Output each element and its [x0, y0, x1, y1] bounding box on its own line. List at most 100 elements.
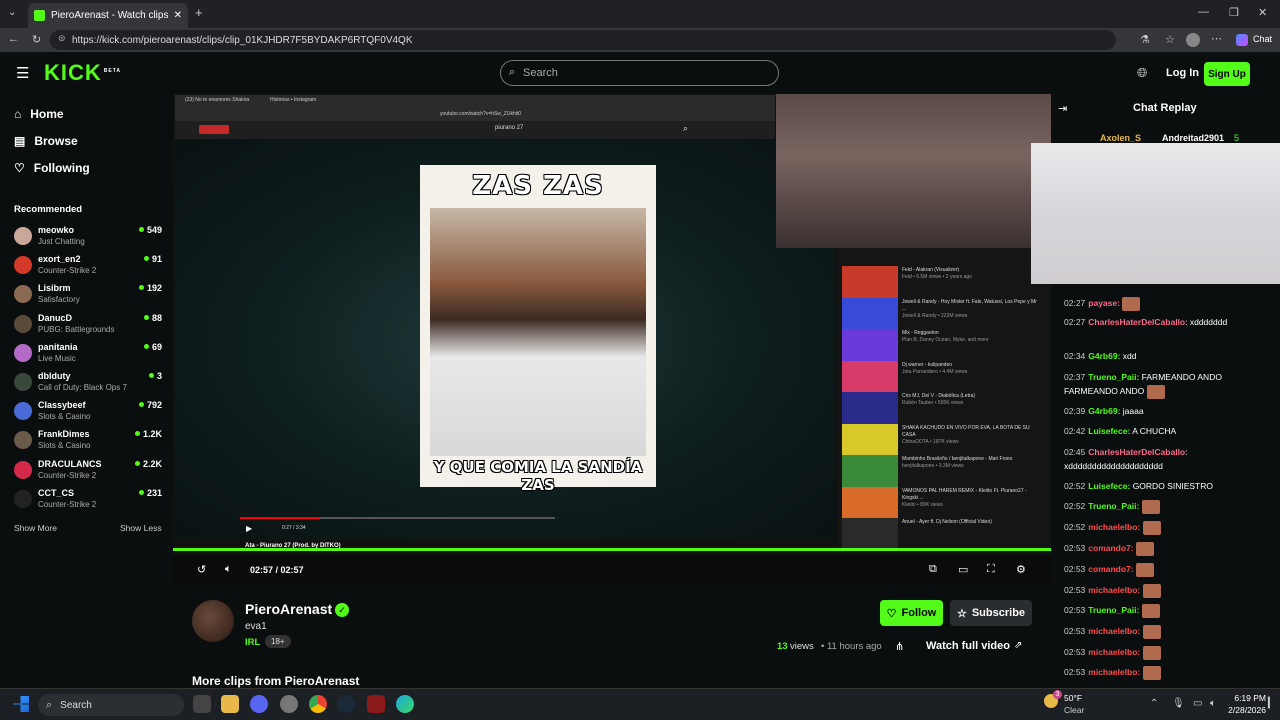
- reload-icon[interactable]: ↻: [32, 33, 41, 46]
- recommended-channel[interactable]: CCT_CS Counter-Strike 2 231: [14, 488, 164, 516]
- language-globe-icon[interactable]: 🌐︎: [1137, 65, 1147, 81]
- chat-username[interactable]: comando7:: [1088, 564, 1133, 574]
- copilot-icon[interactable]: [1236, 34, 1248, 46]
- chat-username[interactable]: CharlesHaterDelCaballo: [1088, 317, 1185, 327]
- recommended-channel[interactable]: meowko Just Chatting 549: [14, 225, 164, 253]
- chat-time: 02:53: [1064, 667, 1086, 677]
- recommended-heading: Recommended: [14, 204, 83, 215]
- channel-name: dblduty: [38, 371, 71, 381]
- app-icon[interactable]: [280, 695, 298, 713]
- yt-thumbnail: [842, 392, 898, 424]
- share-icon[interactable]: ⋔: [895, 640, 904, 653]
- signup-button[interactable]: Sign Up: [1204, 62, 1250, 86]
- chat-username[interactable]: Luisefece:: [1088, 426, 1130, 436]
- recommended-channel[interactable]: Lisibrm Satisfactory 192: [14, 283, 164, 311]
- notifications-icon[interactable]: ▎: [1268, 698, 1276, 709]
- sidebar-item-following[interactable]: ♡ Following: [14, 161, 90, 175]
- collapse-chat-icon[interactable]: ⇥: [1058, 102, 1067, 115]
- chat-username[interactable]: G4rb69:: [1088, 351, 1120, 361]
- kick-favicon-icon: [34, 10, 45, 21]
- recommended-channel[interactable]: dblduty Call of Duty: Black Ops 7 3: [14, 371, 164, 399]
- chat-username[interactable]: Trueno_Paii:: [1088, 605, 1139, 615]
- chat-username[interactable]: CharlesHaterDelCaballo: [1088, 447, 1185, 457]
- profile-avatar[interactable]: [1186, 33, 1200, 47]
- clip-time: 02:57 / 02:57: [250, 565, 304, 575]
- sidebar-item-browse[interactable]: ▤ Browse: [14, 134, 78, 148]
- chat-username[interactable]: michaelelbo:: [1088, 647, 1140, 657]
- recommended-channel[interactable]: Classybeef Slots & Casino 792: [14, 400, 164, 428]
- tray-chevron-icon[interactable]: ⌃: [1150, 698, 1158, 709]
- channel-avatar: [14, 285, 32, 304]
- close-window-icon[interactable]: ✕: [1258, 6, 1267, 19]
- speaker-icon[interactable]: 🔈︎: [1210, 698, 1216, 709]
- task-view-icon[interactable]: [193, 695, 211, 713]
- sidebar-item-home[interactable]: ⌂ Home: [14, 107, 64, 121]
- channel-avatar[interactable]: [192, 600, 234, 642]
- chat-username[interactable]: michaelelbo:: [1088, 522, 1140, 532]
- taskbar-search[interactable]: ⌕ Search: [38, 694, 184, 716]
- recommended-channel[interactable]: DRACULANCS Counter-Strike 2 2.2K: [14, 459, 164, 487]
- clock-date[interactable]: 2/28/2026: [1222, 705, 1266, 715]
- yt-meta: Rubén Tauber • 505K views: [902, 400, 964, 406]
- watch-full-video-button[interactable]: Watch full video: [926, 640, 1010, 652]
- browser-tab[interactable]: PieroArenast - Watch clips on Kick ✕: [28, 3, 188, 28]
- file-explorer-icon[interactable]: [221, 695, 239, 713]
- game-app-icon[interactable]: [367, 695, 385, 713]
- menu-dots-icon[interactable]: ⋯: [1211, 32, 1222, 45]
- fullscreen-icon[interactable]: ⛶: [987, 563, 995, 576]
- chrome-icon[interactable]: [309, 695, 327, 713]
- new-tab-icon[interactable]: +: [195, 5, 203, 20]
- chat-username[interactable]: Trueno_Paii:: [1088, 501, 1139, 511]
- show-less-button[interactable]: Show Less: [120, 523, 162, 533]
- kick-logo[interactable]: KICK BETA: [44, 60, 121, 86]
- hamburger-menu-icon[interactable]: ☰: [16, 64, 29, 82]
- chat-username[interactable]: G4rb69:: [1088, 406, 1120, 416]
- follow-button[interactable]: ♡ Follow: [880, 600, 943, 626]
- url-field[interactable]: ⊜ https://kick.com/pieroarenast/clips/cl…: [50, 30, 1116, 50]
- chat-username[interactable]: payase:: [1088, 298, 1120, 308]
- theater-mode-icon[interactable]: ▭: [958, 563, 968, 576]
- tab-list-icon[interactable]: ⌄: [8, 7, 16, 18]
- chat-time: 02:53: [1064, 605, 1086, 615]
- login-button[interactable]: Log In: [1166, 67, 1199, 79]
- close-tab-icon[interactable]: ✕: [174, 10, 182, 21]
- network-icon[interactable]: ▭: [1193, 698, 1202, 709]
- channel-name[interactable]: PieroArenast: [245, 601, 332, 617]
- recommended-channel[interactable]: exort_en2 Counter-Strike 2 91: [14, 254, 164, 282]
- subscribe-button[interactable]: ☆ Subscribe: [950, 600, 1032, 626]
- chat-username[interactable]: Luisefece:: [1088, 481, 1130, 491]
- edge-icon[interactable]: [396, 695, 414, 713]
- mic-icon[interactable]: 🎙︎: [1172, 698, 1185, 709]
- category-link[interactable]: IRL: [245, 637, 260, 648]
- chat-username[interactable]: comando7:: [1088, 543, 1133, 553]
- clock-time[interactable]: 6:19 PM: [1232, 693, 1266, 703]
- minimize-icon[interactable]: —: [1198, 6, 1209, 18]
- maximize-icon[interactable]: ❐: [1229, 6, 1239, 19]
- favorites-icon[interactable]: ☆: [1165, 33, 1175, 46]
- volume-icon[interactable]: 🔈︎: [225, 563, 232, 576]
- back-icon[interactable]: ←: [8, 33, 19, 45]
- discord-icon[interactable]: [250, 695, 268, 713]
- chat-emote: [1142, 624, 1161, 639]
- channel-category: Slots & Casino: [38, 441, 91, 451]
- replay-icon[interactable]: ↺: [197, 563, 206, 576]
- chat-username[interactable]: michaelelbo:: [1088, 626, 1140, 636]
- search-input[interactable]: ⌕ Search: [500, 60, 779, 86]
- steam-icon[interactable]: [337, 695, 355, 713]
- chat-button[interactable]: Chat: [1253, 34, 1272, 44]
- clip-title: eva1: [245, 621, 267, 632]
- chat-username[interactable]: Trueno_Paii:: [1088, 372, 1139, 382]
- extensions-icon[interactable]: ⚗: [1140, 33, 1150, 46]
- chat-username[interactable]: michaelelbo:: [1088, 667, 1140, 677]
- recommended-channel[interactable]: FrankDimes Slots & Casino 1.2K: [14, 429, 164, 457]
- clip-progress-bar[interactable]: [173, 548, 1051, 551]
- show-more-button[interactable]: Show More: [14, 523, 57, 533]
- recommended-channel[interactable]: panitania Live Music 69: [14, 342, 164, 370]
- site-info-icon[interactable]: ⊜: [58, 33, 66, 44]
- chat-message: 02:27 payase:: [1064, 296, 1274, 311]
- pip-icon[interactable]: ⧉: [929, 563, 937, 576]
- settings-gear-icon[interactable]: ⚙: [1016, 563, 1026, 576]
- recommended-channel[interactable]: DanucD PUBG: Battlegrounds 88: [14, 313, 164, 341]
- chat-username[interactable]: michaelelbo:: [1088, 585, 1140, 595]
- subscribe-label: Subscribe: [971, 607, 1026, 619]
